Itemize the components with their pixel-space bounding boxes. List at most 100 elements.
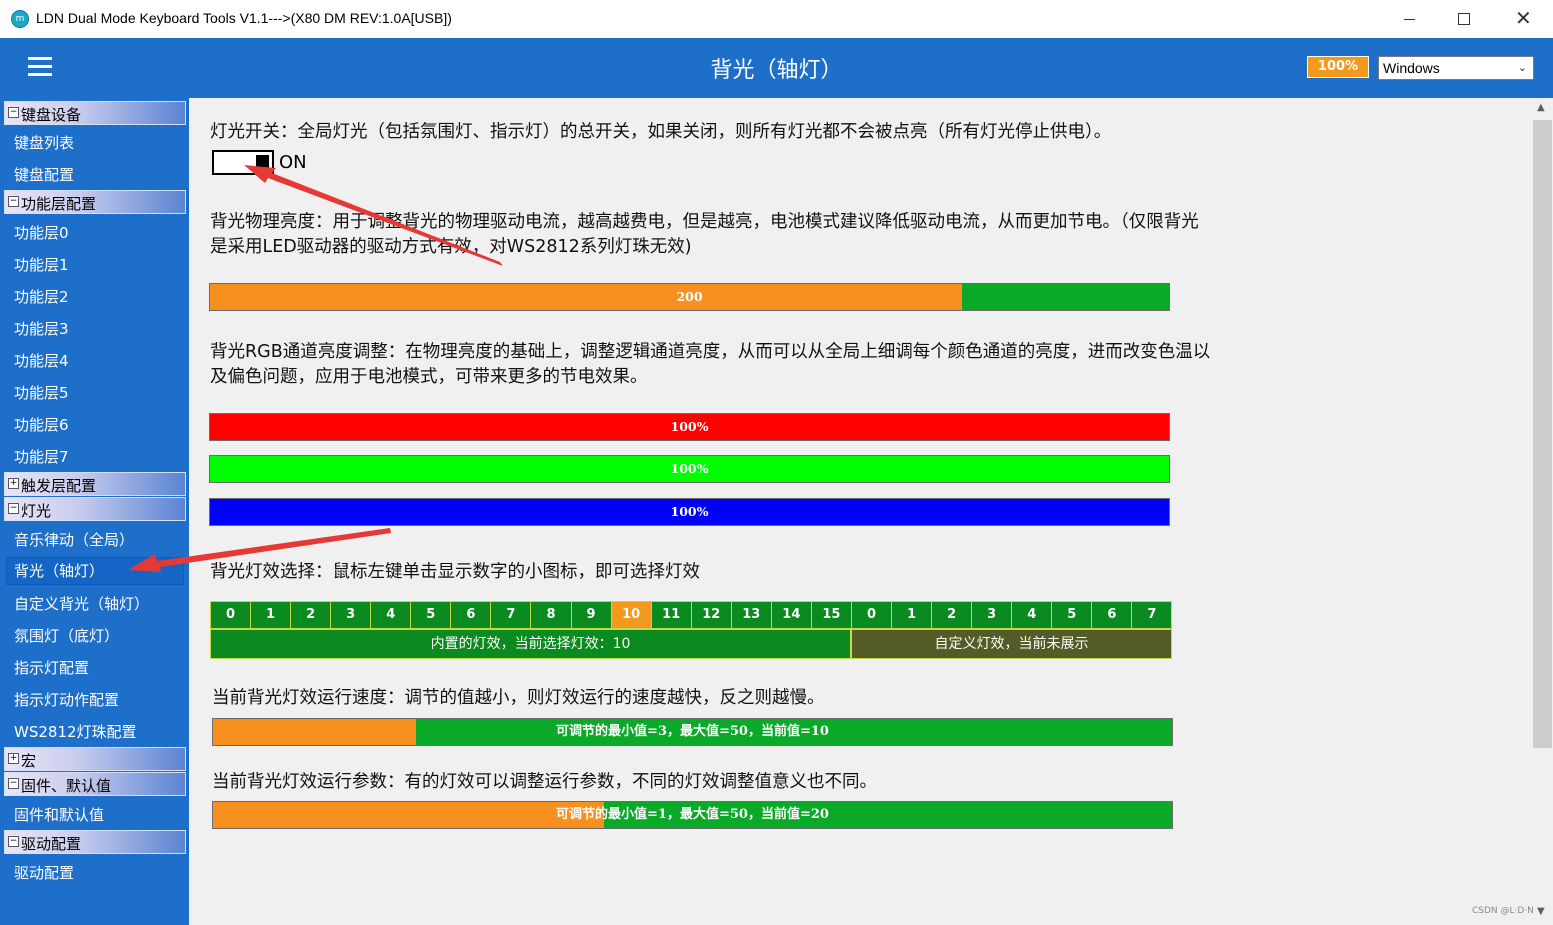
brightness-description-line2: 是采用LED驱动器的驱动方式有效，对WS2812系列灯珠无效): [210, 237, 692, 257]
chevron-down-icon: ⌄: [1517, 62, 1527, 74]
builtin-effect-3[interactable]: 3: [330, 601, 372, 629]
blue-channel-slider[interactable]: 100%: [209, 498, 1170, 526]
sidebar-item-layer1[interactable]: 功能层1: [14, 254, 69, 275]
builtin-effect-11[interactable]: 11: [650, 601, 692, 629]
sidebar-item-ambient-light[interactable]: 氛围灯（底灯）: [14, 625, 119, 646]
builtin-effect-10[interactable]: 10: [610, 601, 652, 629]
sidebar-item-custom-backlight[interactable]: 自定义背光（轴灯）: [14, 593, 149, 614]
rgb-description-line2: 及偏色问题，应用于电池模式，可带来更多的节电效果。: [210, 367, 648, 387]
group-label: 键盘设备: [21, 106, 82, 124]
sidebar-item-layer7[interactable]: 功能层7: [14, 446, 69, 467]
brightness-description-line1: 背光物理亮度：用于调整背光的物理驱动电流，越高越费电，但是越亮，电池模式建议降低…: [210, 212, 1199, 232]
sidebar-item-keyboard-list[interactable]: 键盘列表: [14, 132, 74, 153]
sidebar-item-driver-config[interactable]: 驱动配置: [14, 862, 74, 883]
maximize-button[interactable]: [1434, 0, 1492, 38]
sidebar-item-backlight[interactable]: 背光（轴灯）: [6, 557, 184, 585]
param-description: 当前背光灯效运行参数：有的灯效可以调整运行参数，不同的灯效调整值意义也不同。: [212, 772, 877, 792]
custom-effect-1[interactable]: 1: [891, 601, 933, 629]
builtin-effect-2[interactable]: 2: [290, 601, 332, 629]
sidebar-group-keyboard-devices[interactable]: − 键盘设备: [4, 101, 186, 125]
collapse-icon[interactable]: −: [8, 196, 19, 207]
sidebar-group-driver[interactable]: − 驱动配置: [4, 830, 186, 854]
sidebar-item-firmware-defaults[interactable]: 固件和默认值: [14, 804, 104, 825]
speed-description: 当前背光灯效运行速度：调节的值越小，则灯效运行的速度越快，反之则越慢。: [212, 688, 825, 708]
custom-effect-3[interactable]: 3: [971, 601, 1013, 629]
power-description: 灯光开关：全局灯光（包括氛围灯、指示灯）的总开关，如果关闭，则所有灯光都不会被点…: [210, 122, 1112, 142]
vertical-scrollbar[interactable]: ▲ ▼: [1532, 98, 1553, 925]
collapse-icon[interactable]: −: [8, 503, 19, 514]
builtin-effect-9[interactable]: 9: [570, 601, 612, 629]
custom-effect-4[interactable]: 4: [1011, 601, 1053, 629]
brightness-fill: [210, 284, 962, 310]
sidebar-item-layer2[interactable]: 功能层2: [14, 286, 69, 307]
close-icon: ✕: [1515, 6, 1532, 30]
sidebar-item-ws2812[interactable]: WS2812灯珠配置: [14, 721, 137, 742]
builtin-effect-13[interactable]: 13: [730, 601, 772, 629]
builtin-effect-4[interactable]: 4: [370, 601, 412, 629]
sidebar-item-indicator-config[interactable]: 指示灯配置: [14, 657, 89, 678]
effect-description: 背光灯效选择：鼠标左键单击显示数字的小图标，即可选择灯效: [210, 562, 700, 582]
group-label: 触发层配置: [21, 477, 97, 495]
sidebar-item-music-rhythm[interactable]: 音乐律动（全局）: [14, 529, 134, 550]
window-titlebar: m LDN Dual Mode Keyboard Tools V1.1--->(…: [0, 0, 1553, 39]
collapse-icon[interactable]: −: [8, 778, 19, 789]
sidebar-item-layer6[interactable]: 功能层6: [14, 414, 69, 435]
sidebar-item-layer5[interactable]: 功能层5: [14, 382, 69, 403]
scroll-down-icon[interactable]: ▼: [1537, 906, 1545, 917]
builtin-effect-5[interactable]: 5: [410, 601, 452, 629]
sidebar-group-macro[interactable]: + 宏: [4, 747, 186, 771]
collapse-icon[interactable]: −: [8, 836, 19, 847]
sidebar-item-layer0[interactable]: 功能层0: [14, 222, 69, 243]
green-channel-slider[interactable]: 100%: [209, 455, 1170, 483]
builtin-effect-12[interactable]: 12: [690, 601, 732, 629]
brightness-slider[interactable]: 200: [209, 283, 1170, 311]
scrollbar-thumb[interactable]: [1533, 120, 1552, 748]
custom-effect-0[interactable]: 0: [850, 601, 892, 629]
brightness-value: 200: [676, 289, 703, 304]
custom-effects-label: 自定义灯效，当前未展示: [851, 629, 1172, 659]
rgb-description-line1: 背光RGB通道亮度调整：在物理亮度的基础上，调整逻辑通道亮度，从而可以从全局上细…: [210, 342, 1211, 362]
builtin-effects-label: 内置的灯效，当前选择灯效：10: [210, 629, 851, 659]
param-fill: [213, 802, 605, 828]
sidebar-group-lighting[interactable]: − 灯光: [4, 497, 186, 521]
power-toggle[interactable]: [212, 150, 274, 175]
builtin-effect-1[interactable]: 1: [250, 601, 292, 629]
builtin-effect-14[interactable]: 14: [770, 601, 812, 629]
builtin-effect-0[interactable]: 0: [210, 601, 252, 629]
sidebar-group-firmware[interactable]: − 固件、默认值: [4, 772, 186, 796]
builtin-effect-7[interactable]: 7: [490, 601, 532, 629]
custom-effect-7[interactable]: 7: [1131, 601, 1173, 629]
speed-slider[interactable]: 可调节的最小值=3，最大值=50，当前值=10: [212, 718, 1173, 746]
speed-value-label: 可调节的最小值=3，最大值=50，当前值=10: [556, 724, 829, 739]
power-state-label: ON: [279, 152, 307, 173]
watermark: CSDN @L·D·N: [1472, 906, 1534, 916]
collapse-icon[interactable]: −: [8, 107, 19, 118]
speed-fill: [213, 719, 417, 745]
builtin-effect-8[interactable]: 8: [530, 601, 572, 629]
toggle-knob: [256, 155, 269, 170]
sidebar-group-trigger-layers[interactable]: + 触发层配置: [4, 472, 186, 496]
expand-icon[interactable]: +: [8, 478, 19, 489]
minimize-button[interactable]: [1380, 0, 1438, 38]
sidebar-item-layer3[interactable]: 功能层3: [14, 318, 69, 339]
app-header: 背光（轴灯） 100% Windows ⌄: [0, 38, 1553, 98]
sidebar-item-indicator-action[interactable]: 指示灯动作配置: [14, 689, 119, 710]
app-icon: m: [11, 10, 29, 28]
close-button[interactable]: ✕: [1493, 0, 1551, 38]
scroll-up-icon[interactable]: ▲: [1537, 102, 1545, 113]
custom-effect-2[interactable]: 2: [931, 601, 973, 629]
red-channel-slider[interactable]: 100%: [209, 413, 1170, 441]
sidebar-item-layer4[interactable]: 功能层4: [14, 350, 69, 371]
sidebar-item-keyboard-config[interactable]: 键盘配置: [14, 164, 74, 185]
sidebar-group-layers[interactable]: − 功能层配置: [4, 190, 186, 214]
builtin-effect-15[interactable]: 15: [810, 601, 852, 629]
param-value-label: 可调节的最小值=1，最大值=50，当前值=20: [556, 807, 829, 822]
os-select[interactable]: Windows ⌄: [1378, 56, 1534, 80]
param-slider[interactable]: 可调节的最小值=1，最大值=50，当前值=20: [212, 801, 1173, 829]
custom-effect-6[interactable]: 6: [1091, 601, 1133, 629]
expand-icon[interactable]: +: [8, 753, 19, 764]
custom-effect-5[interactable]: 5: [1051, 601, 1093, 629]
os-select-value: Windows: [1383, 60, 1440, 76]
builtin-effect-6[interactable]: 6: [450, 601, 492, 629]
zoom-level-badge[interactable]: 100%: [1307, 56, 1369, 78]
